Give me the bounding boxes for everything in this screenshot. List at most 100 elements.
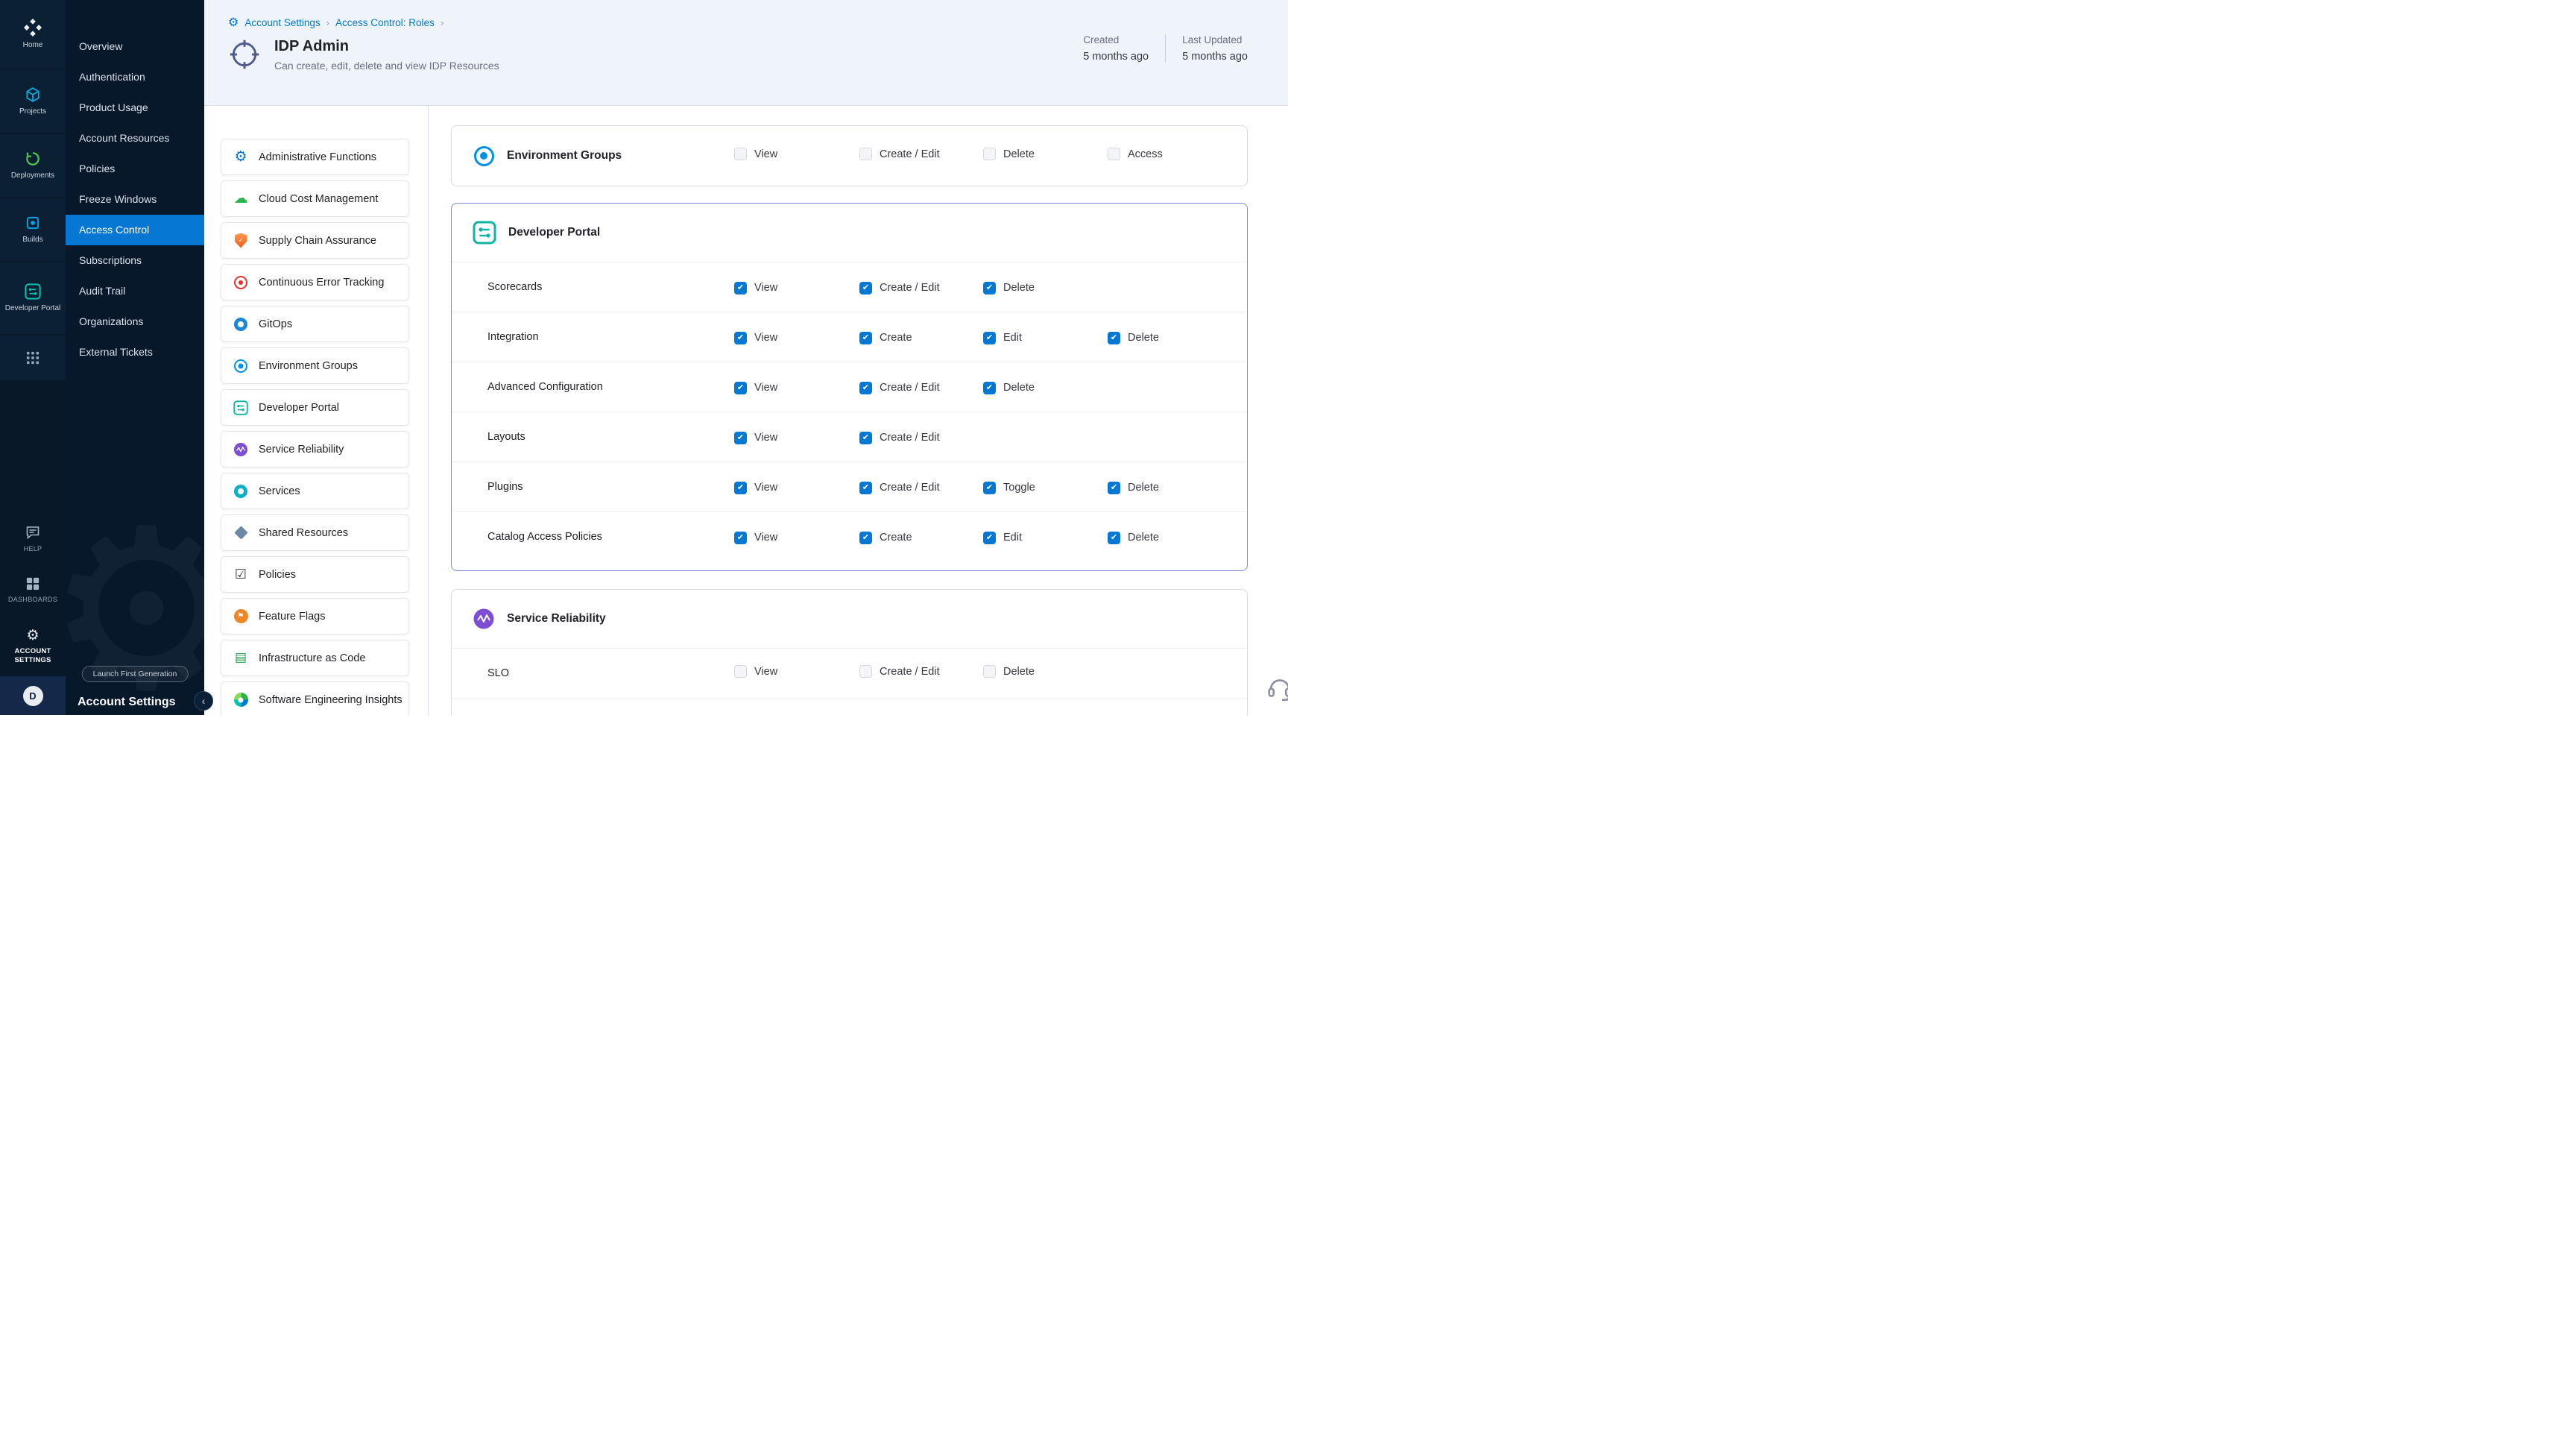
rail-item-module-picker[interactable] <box>0 336 66 382</box>
resource-software-engineering-insights[interactable]: Software Engineering Insights <box>221 681 409 715</box>
checkbox-icon[interactable] <box>1108 332 1120 344</box>
bullseye-icon <box>233 274 249 291</box>
permission-checkbox[interactable]: View <box>734 432 777 444</box>
permission-checkbox[interactable]: Delete <box>983 382 1035 394</box>
permission-checkbox[interactable]: Create <box>859 332 912 344</box>
resource-shared-resources[interactable]: Shared Resources <box>221 514 409 551</box>
permission-checkbox[interactable]: Edit <box>983 332 1022 344</box>
sidebar-item-authentication[interactable]: Authentication <box>66 62 204 92</box>
sidebar-item-policies[interactable]: Policies <box>66 154 204 184</box>
sidebar-item-product-usage[interactable]: Product Usage <box>66 92 204 123</box>
resource-environment-groups[interactable]: Environment Groups <box>221 347 409 384</box>
checkbox-icon[interactable] <box>983 532 996 544</box>
checkbox-icon[interactable] <box>859 382 872 394</box>
breadcrumb-account-settings[interactable]: Account Settings <box>244 17 320 28</box>
checkbox-icon[interactable] <box>734 482 747 494</box>
permission-checkbox[interactable]: Create / Edit <box>859 482 940 494</box>
row-label: Catalog Access Policies <box>487 531 734 543</box>
permission-checkbox[interactable]: View <box>734 382 777 394</box>
permission-checkbox[interactable]: Create / Edit <box>859 382 940 394</box>
permission-checkbox[interactable]: Toggle <box>983 482 1035 494</box>
permission-checkbox[interactable]: Delete <box>983 665 1035 678</box>
sidebar-collapse-button[interactable]: ‹ <box>194 691 213 711</box>
rail-item-builds[interactable]: Builds <box>0 198 66 262</box>
sidebar-item-subscriptions[interactable]: Subscriptions <box>66 245 204 276</box>
support-headset-icon[interactable] <box>1266 675 1288 705</box>
rail-item-help[interactable]: HELP <box>0 514 66 564</box>
permission-checkbox[interactable]: View <box>734 482 777 494</box>
sidebar-item-organizations[interactable]: Organizations <box>66 306 204 337</box>
sidebar-item-freeze-windows[interactable]: Freeze Windows <box>66 184 204 215</box>
permission-checkbox[interactable]: Delete <box>1108 332 1159 344</box>
checkbox-icon[interactable] <box>1108 482 1120 494</box>
user-avatar[interactable]: D <box>23 686 43 706</box>
checkbox-icon[interactable] <box>983 665 996 678</box>
resource-developer-portal[interactable]: Developer Portal <box>221 389 409 426</box>
checkbox-icon[interactable] <box>859 482 872 494</box>
sidebar-item-access-control[interactable]: Access Control <box>66 215 204 245</box>
checkbox-icon[interactable] <box>734 282 747 294</box>
checkbox-icon[interactable] <box>734 382 747 394</box>
checkbox-icon[interactable] <box>983 148 996 160</box>
dashboards-grid-icon <box>26 577 40 590</box>
checkbox-icon[interactable] <box>859 282 872 294</box>
updated-block: Last Updated 5 months ago <box>1182 34 1248 63</box>
checkbox-icon[interactable] <box>859 332 872 344</box>
resource-administrative-functions[interactable]: ⚙ Administrative Functions <box>221 139 409 175</box>
resource-service-reliability[interactable]: Service Reliability <box>221 431 409 467</box>
checkbox-icon[interactable] <box>734 148 747 160</box>
permission-label: View <box>754 666 777 678</box>
checkbox-icon[interactable] <box>983 482 996 494</box>
rail-item-account-settings[interactable]: ⚙ ACCOUNT SETTINGS <box>0 617 66 676</box>
rail-item-projects[interactable]: Projects <box>0 70 66 134</box>
permission-checkbox[interactable]: Create / Edit <box>859 665 940 678</box>
resource-label: Software Engineering Insights <box>259 694 402 706</box>
breadcrumb-access-control-roles[interactable]: Access Control: Roles <box>335 17 435 28</box>
sidebar-item-external-tickets[interactable]: External Tickets <box>66 337 204 368</box>
resource-policies[interactable]: ☑ Policies <box>221 556 409 593</box>
permission-checkbox[interactable]: Delete <box>983 282 1035 294</box>
resource-services[interactable]: Services <box>221 473 409 509</box>
checkbox-icon[interactable] <box>859 532 872 544</box>
resource-infrastructure-as-code[interactable]: ▤ Infrastructure as Code <box>221 640 409 676</box>
checkbox-icon[interactable] <box>859 665 872 678</box>
permission-checkbox[interactable]: Create <box>859 532 912 544</box>
checkbox-icon[interactable] <box>1108 532 1120 544</box>
checkbox-icon[interactable] <box>859 432 872 444</box>
permission-checkbox[interactable]: Delete <box>983 148 1035 160</box>
permission-checkbox[interactable]: View <box>734 532 777 544</box>
permission-checkbox[interactable]: Delete <box>1108 532 1159 544</box>
checkbox-icon[interactable] <box>734 532 747 544</box>
permission-checkbox[interactable]: Access <box>1108 148 1163 160</box>
permission-checkbox[interactable]: Create / Edit <box>859 282 940 294</box>
sidebar-item-account-resources[interactable]: Account Resources <box>66 123 204 154</box>
resource-feature-flags[interactable]: ⚑ Feature Flags <box>221 598 409 634</box>
permission-checkbox[interactable]: Create / Edit <box>859 148 940 160</box>
permission-checkbox[interactable]: View <box>734 665 777 678</box>
launch-first-generation-button[interactable]: Launch First Generation <box>82 666 189 682</box>
permission-checkbox[interactable]: Create / Edit <box>859 432 940 444</box>
checkbox-icon[interactable] <box>734 432 747 444</box>
checkbox-icon[interactable] <box>983 332 996 344</box>
checkbox-icon[interactable] <box>983 282 996 294</box>
checkbox-icon[interactable] <box>983 382 996 394</box>
checkbox-icon[interactable] <box>1108 148 1120 160</box>
rail-item-dashboards[interactable]: DASHBOARDS <box>0 564 66 617</box>
resource-gitops[interactable]: GitOps <box>221 306 409 342</box>
resource-cloud-cost-management[interactable]: ☁ Cloud Cost Management <box>221 180 409 217</box>
permission-checkbox[interactable]: Edit <box>983 532 1022 544</box>
resource-supply-chain-assurance[interactable]: ✓ Supply Chain Assurance <box>221 222 409 259</box>
permission-checkbox[interactable]: View <box>734 148 777 160</box>
rail-item-developer-portal[interactable]: Developer Portal <box>0 262 66 336</box>
rail-item-home[interactable]: Home <box>0 0 66 70</box>
checkbox-icon[interactable] <box>859 148 872 160</box>
resource-continuous-error-tracking[interactable]: Continuous Error Tracking <box>221 264 409 300</box>
permission-checkbox[interactable]: View <box>734 332 777 344</box>
rail-item-deployments[interactable]: Deployments <box>0 134 66 198</box>
sidebar-item-overview[interactable]: Overview <box>66 31 204 62</box>
permission-checkbox[interactable]: Delete <box>1108 482 1159 494</box>
sidebar-item-audit-trail[interactable]: Audit Trail <box>66 276 204 306</box>
checkbox-icon[interactable] <box>734 332 747 344</box>
permission-checkbox[interactable]: View <box>734 282 777 294</box>
checkbox-icon[interactable] <box>734 665 747 678</box>
